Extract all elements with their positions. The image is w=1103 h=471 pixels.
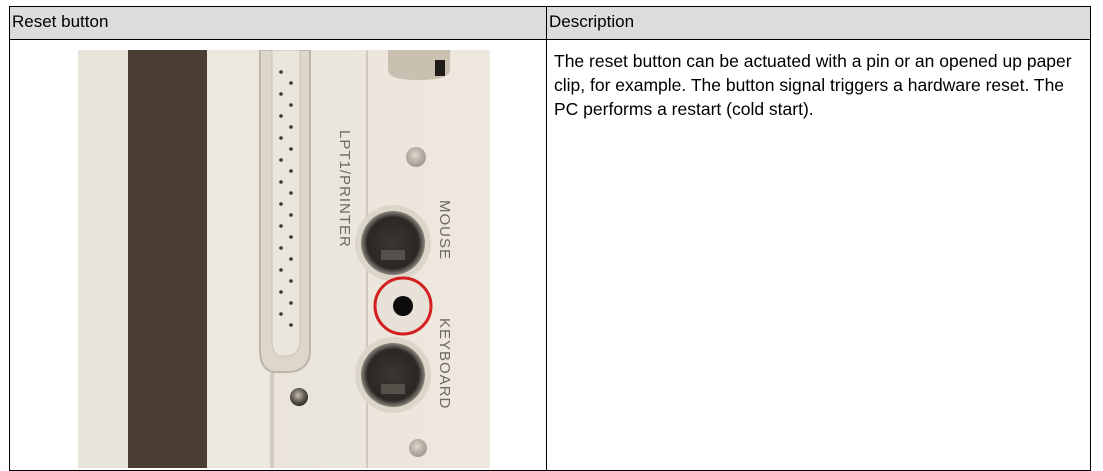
table-header-row: Reset button Description	[9, 6, 1091, 40]
header-reset-button: Reset button	[9, 6, 547, 40]
keyboard-port	[361, 343, 425, 407]
photo-cell: LPT1/PRINTER MOUSE KEYBOARD	[9, 39, 547, 471]
dark-slot-strip	[128, 50, 207, 468]
mouse-port	[361, 211, 425, 275]
pc-rear-panel-photo: LPT1/PRINTER MOUSE KEYBOARD	[78, 50, 490, 468]
screw-icon	[290, 388, 308, 406]
label-lpt1-printer: LPT1/PRINTER	[336, 130, 353, 248]
reset-button-hole	[393, 296, 413, 316]
label-keyboard: KEYBOARD	[436, 318, 453, 409]
header-description: Description	[546, 6, 1091, 40]
description-text: The reset button can be actuated with a …	[554, 51, 1072, 119]
description-cell: The reset button can be actuated with a …	[546, 39, 1091, 471]
reset-button-table: Reset button Description LPT1/PRINTER MO…	[9, 6, 1091, 471]
label-mouse: MOUSE	[436, 200, 453, 260]
table-row: LPT1/PRINTER MOUSE KEYBOARD The reset bu…	[9, 39, 1091, 471]
